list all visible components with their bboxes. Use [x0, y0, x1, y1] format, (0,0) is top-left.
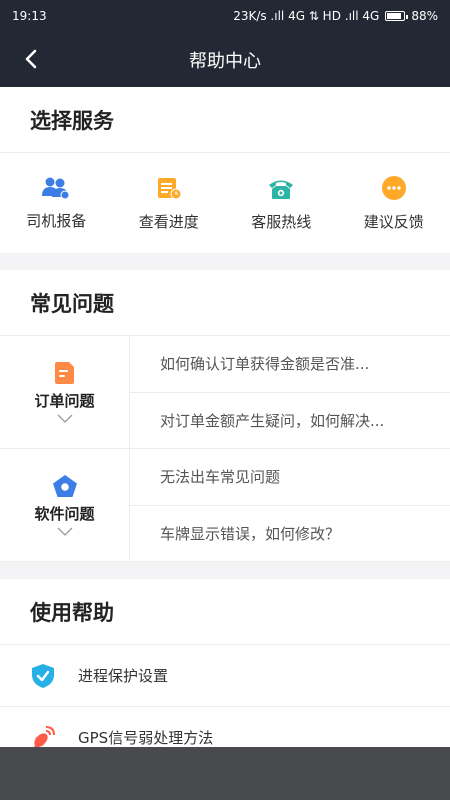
status-network: 23K/s .ıll 4G ⇅ HD .ıll 4G	[233, 9, 380, 23]
status-bar: 19:13 23K/s .ıll 4G ⇅ HD .ıll 4G 88%	[0, 0, 450, 32]
faq-group-software: 软件问题 无法出车常见问题 车牌显示错误，如何修改？	[0, 449, 450, 562]
help-item-process-protection[interactable]: 进程保护设置	[0, 645, 450, 707]
service-hotline[interactable]: 客服热线	[225, 153, 338, 253]
page-title: 帮助中心	[189, 50, 261, 72]
service-label: 客服热线	[251, 212, 312, 231]
services-section: 选择服务 司机报备 查看进度 客服热线 建议反馈	[0, 87, 450, 253]
driver-report-icon	[42, 177, 70, 199]
services-row: 司机报备 查看进度 客服热线 建议反馈	[0, 153, 450, 253]
service-driver-report[interactable]: 司机报备	[0, 153, 113, 253]
faq-category-order[interactable]: 订单问题	[0, 336, 130, 448]
battery-icon	[385, 11, 409, 21]
faq-question[interactable]: 无法出车常见问题	[130, 449, 450, 505]
bottom-bar	[0, 747, 450, 800]
faq-question[interactable]: 如何确认订单获得金额是否准...	[130, 336, 450, 392]
faq-question[interactable]: 对订单金额产生疑问，如何解决...	[130, 391, 450, 449]
service-label: 查看进度	[138, 212, 199, 231]
faq-category-software[interactable]: 软件问题	[0, 449, 130, 561]
shield-icon	[32, 663, 54, 688]
status-time: 19:13	[12, 9, 47, 23]
faq-question[interactable]: 车牌显示错误，如何修改？	[130, 504, 450, 562]
service-label: 建议反馈	[363, 212, 424, 231]
faq-items: 无法出车常见问题 车牌显示错误，如何修改？	[130, 449, 450, 561]
content-scroll[interactable]: 选择服务 司机报备 查看进度 客服热线 建议反馈 常见问题 订单问题 如何确认订…	[0, 87, 450, 747]
chevron-down-icon	[57, 414, 72, 423]
help-section: 使用帮助 进程保护设置 GPS信号弱处理方法	[0, 579, 450, 747]
status-battery: 88%	[411, 9, 438, 23]
help-item-label: 进程保护设置	[78, 667, 169, 685]
chevron-down-icon	[57, 527, 72, 536]
feedback-icon	[381, 175, 406, 200]
faq-section: 常见问题 订单问题 如何确认订单获得金额是否准... 对订单金额产生疑问，如何解…	[0, 270, 450, 562]
service-progress[interactable]: 查看进度	[113, 153, 226, 253]
help-item-gps[interactable]: GPS信号弱处理方法	[0, 707, 450, 747]
faq-category-label: 软件问题	[34, 505, 95, 523]
satellite-icon	[34, 725, 55, 747]
service-label: 司机报备	[26, 211, 87, 230]
faq-title: 常见问题	[0, 270, 450, 336]
progress-icon	[157, 177, 182, 199]
faq-group-order: 订单问题 如何确认订单获得金额是否准... 对订单金额产生疑问，如何解决...	[0, 336, 450, 449]
section-gap	[0, 253, 450, 270]
service-feedback[interactable]: 建议反馈	[338, 153, 450, 253]
help-title: 使用帮助	[0, 579, 450, 645]
section-gap	[0, 562, 450, 579]
faq-items: 如何确认订单获得金额是否准... 对订单金额产生疑问，如何解决...	[130, 336, 450, 448]
help-item-label: GPS信号弱处理方法	[78, 729, 214, 747]
services-title: 选择服务	[0, 87, 450, 153]
faq-category-label: 订单问题	[34, 392, 95, 410]
software-icon	[52, 475, 77, 497]
order-icon	[54, 362, 74, 384]
chevron-left-icon	[25, 49, 37, 69]
phone-icon	[269, 180, 294, 199]
back-button[interactable]	[16, 44, 46, 74]
nav-bar: 帮助中心	[0, 32, 450, 87]
